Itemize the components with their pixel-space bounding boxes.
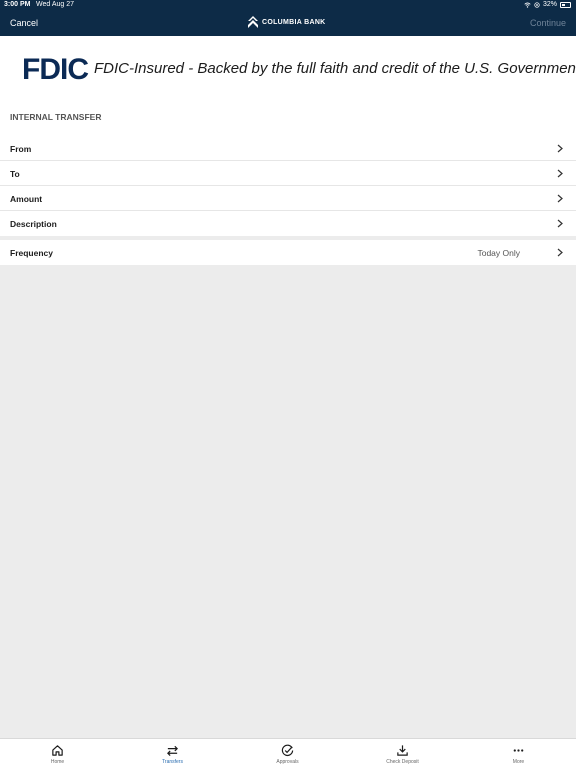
battery-percent: 32%: [542, 1, 557, 8]
from-label: From: [10, 144, 32, 154]
cancel-button[interactable]: Cancel: [10, 18, 38, 28]
tab-more-label: More: [512, 759, 525, 765]
frequency-value: Today Only: [477, 248, 520, 258]
tab-approvals-label: Approvals: [276, 759, 299, 765]
status-time: 3:00 PM: [4, 1, 31, 8]
brand-logo: COLUMBIA BANK: [248, 16, 326, 28]
download-icon: [397, 745, 408, 756]
brand-name: COLUMBIA BANK: [262, 18, 326, 26]
amount-row[interactable]: Amount: [0, 186, 576, 211]
chevron-right-icon: [557, 248, 563, 257]
chevron-right-icon: [557, 144, 563, 153]
tab-check-deposit-label: Check Deposit: [386, 759, 419, 765]
tab-transfers-label: Transfers: [162, 759, 183, 765]
section-title: INTERNAL TRANSFER: [10, 112, 102, 122]
more-icon: [513, 749, 524, 752]
fdic-notice: FDIC-Insured - Backed by the full faith …: [94, 60, 576, 77]
columbia-bank-logo-icon: [248, 16, 258, 28]
chevron-right-icon: [557, 169, 563, 178]
status-bar: 3:00 PM Wed Aug 27 32%: [0, 0, 576, 11]
tab-check-deposit[interactable]: Check Deposit: [345, 739, 460, 768]
to-label: To: [10, 169, 20, 179]
section-header: INTERNAL TRANSFER: [0, 102, 576, 136]
tab-bar: Home Transfers Approvals Check Deposit M…: [0, 738, 576, 768]
fdic-banner: FDIC FDIC-Insured - Backed by the full f…: [0, 36, 576, 102]
chevron-right-icon: [557, 194, 563, 203]
chevron-right-icon: [557, 219, 563, 228]
description-label: Description: [10, 219, 57, 229]
status-indicators: 32%: [524, 1, 571, 8]
tab-approvals[interactable]: Approvals: [230, 739, 345, 768]
frequency-row[interactable]: Frequency Today Only: [0, 240, 576, 265]
tab-home[interactable]: Home: [0, 739, 115, 768]
amount-label: Amount: [10, 194, 43, 204]
continue-button[interactable]: Continue: [530, 18, 566, 28]
location-icon: [534, 1, 540, 8]
home-icon: [52, 745, 63, 756]
frequency-label: Frequency: [10, 248, 53, 258]
from-row[interactable]: From: [0, 136, 576, 161]
tab-transfers[interactable]: Transfers: [115, 739, 230, 768]
transfer-icon: [167, 745, 178, 757]
description-row[interactable]: Description: [0, 211, 576, 236]
status-date: Wed Aug 27: [36, 1, 75, 8]
tab-more[interactable]: More: [461, 739, 576, 768]
to-row[interactable]: To: [0, 161, 576, 186]
tab-home-label: Home: [50, 759, 65, 765]
battery-icon: [560, 1, 571, 8]
fdic-logo: FDIC: [22, 53, 89, 86]
navigation-bar: Cancel COLUMBIA BANK Continue: [0, 11, 576, 36]
check-circle-icon: [281, 744, 294, 757]
wifi-icon: [524, 1, 531, 8]
